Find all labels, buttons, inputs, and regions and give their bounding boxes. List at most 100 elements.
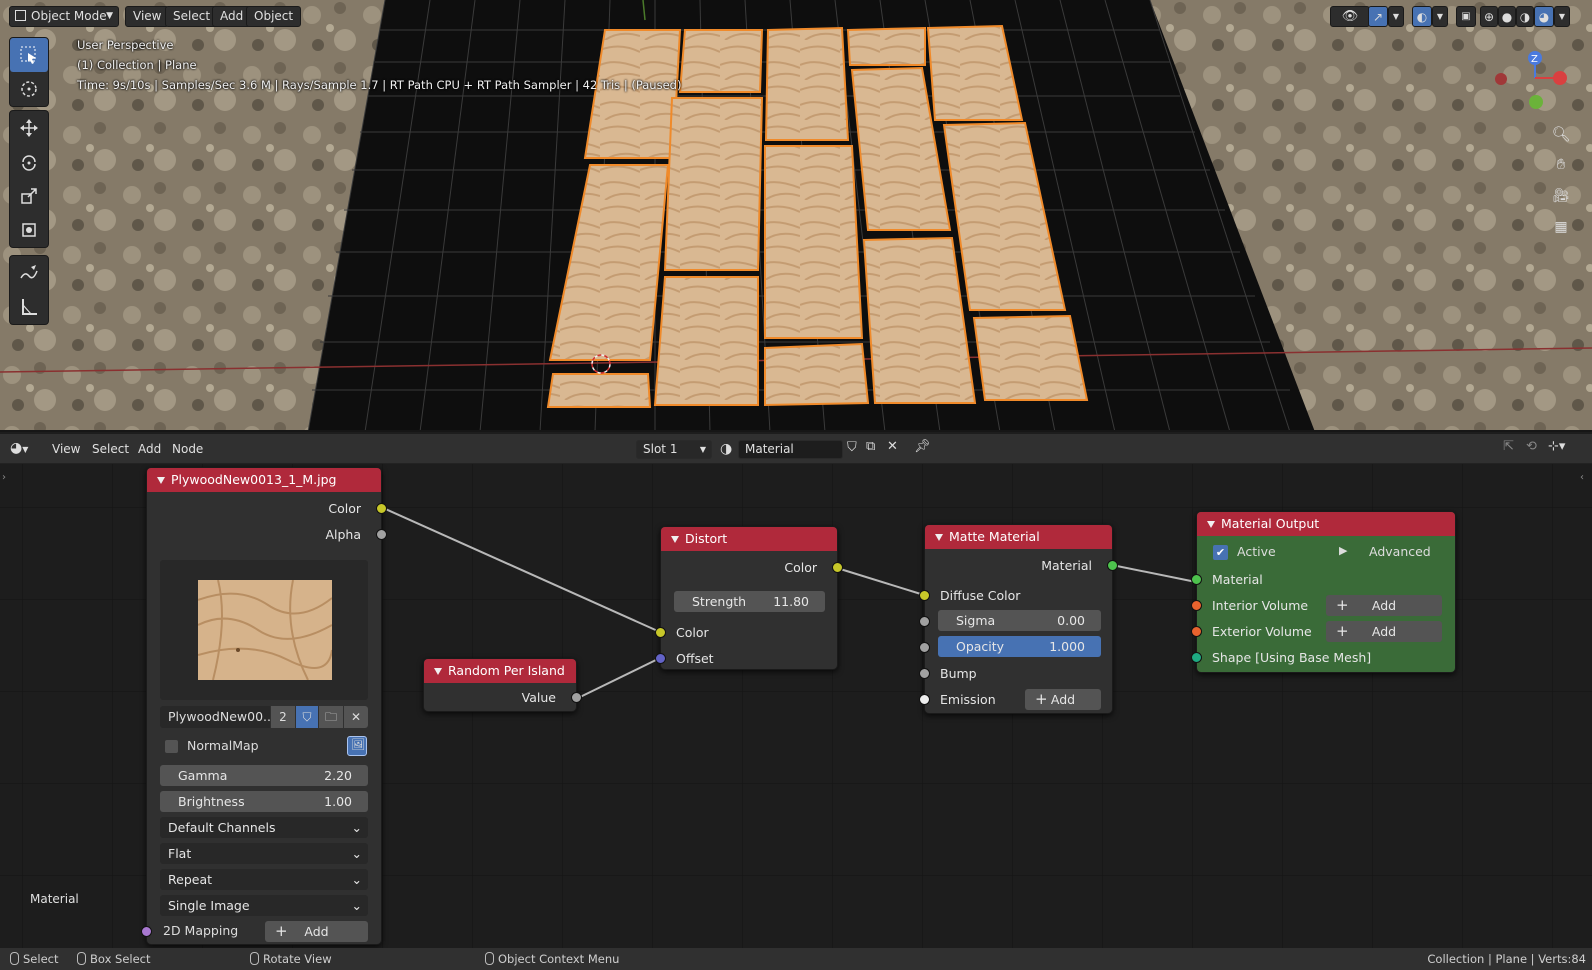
rotate-tool[interactable] [10,145,48,179]
unlink-close-icon[interactable]: ✕ [887,439,898,454]
node-title[interactable]: Random Per Island [424,659,576,683]
visibility-button[interactable]: 👁 [1330,6,1370,27]
xray-toggle[interactable]: ▣ [1456,6,1476,27]
toolbar-expand-icon[interactable]: › [2,472,6,483]
image-texture-node[interactable]: PlywoodNew0013_1_M.jpg Color Alpha Plywo… [141,467,387,945]
exterior-add-button[interactable]: + Add [1326,621,1442,642]
normalmap-preview-toggle[interactable]: 🖼︎ [347,736,367,756]
input-color-socket[interactable] [655,627,666,638]
scale-tool[interactable] [10,179,48,213]
image-users-count[interactable]: 2 [271,706,295,728]
3d-viewport[interactable]: Object Mode ▼ View Select Add Object User… [0,0,1592,432]
bump-socket[interactable] [919,668,930,679]
mode-selector[interactable]: Object Mode ▼ [9,6,119,27]
shape-socket[interactable] [1191,652,1202,663]
menu-add[interactable]: Add [138,442,161,456]
shading-material[interactable]: ◑ [1516,6,1534,27]
pan-button[interactable]: ✋︎ [1547,150,1575,178]
sigma-socket[interactable] [919,616,930,627]
mapping-add-button[interactable]: + Add [265,921,368,942]
snap-options-icon[interactable]: ⊹▾ [1548,439,1565,454]
menu-view[interactable]: View [125,6,170,27]
output-color-socket[interactable] [376,503,387,514]
strength-field[interactable]: Strength 11.80 [674,591,825,612]
distort-node[interactable]: Distort Color Strength 11.80 Color Offset [655,526,843,670]
advanced-expand-icon[interactable]: ▶ [1339,544,1347,557]
output-alpha-label: Alpha [325,527,361,542]
cursor-tool[interactable] [10,72,48,106]
fake-user-shield-icon[interactable]: ⛉ [847,440,857,455]
menu-select[interactable]: Select [165,6,219,27]
pin-icon[interactable]: 📌︎ [914,439,931,454]
interior-volume-socket[interactable] [1191,600,1202,611]
transform-tool[interactable] [10,213,48,247]
shading-wireframe[interactable]: ⊕ [1480,6,1498,27]
input-material-socket[interactable] [1191,574,1202,585]
menu-object[interactable]: Object [246,6,302,27]
gamma-field[interactable]: Gamma 2.20 [160,765,368,786]
brightness-field[interactable]: Brightness 1.00 [160,791,368,812]
material-name-field[interactable]: Material [738,440,843,459]
shader-editor[interactable]: ◕▼ View Select Add Node Slot 1 ▼ ◑ Materi… [0,434,1592,948]
source-dropdown[interactable]: Single Image ⌄ [160,895,368,916]
normalmap-checkbox[interactable] [165,740,178,753]
measure-tool[interactable] [10,290,48,324]
y-axis-icon[interactable] [1529,95,1543,109]
shading-solid[interactable]: ● [1498,6,1516,27]
advanced-label[interactable]: Advanced [1369,544,1431,559]
projection-dropdown[interactable]: Flat ⌄ [160,843,368,864]
gizmo-toggle[interactable]: ↗ [1368,6,1388,27]
menu-node[interactable]: Node [172,442,203,456]
shading-rendered[interactable]: ◕ [1534,6,1554,27]
duplicate-material-icon[interactable]: ⧉ [866,439,875,454]
sidebar-expand-icon[interactable]: ‹ [1580,472,1584,483]
output-value-socket[interactable] [571,692,582,703]
camera-view-button[interactable]: 🎥︎ [1547,182,1575,210]
menu-view[interactable]: View [52,442,80,456]
mapping-input-socket[interactable] [141,926,152,937]
emission-socket[interactable] [919,694,930,705]
interior-add-button[interactable]: + Add [1326,595,1442,616]
random-per-island-node[interactable]: Random Per Island Value [423,658,582,712]
select-box-tool[interactable] [10,38,48,72]
opacity-socket[interactable] [919,642,930,653]
neg-x-axis-icon[interactable] [1495,73,1507,85]
output-color-socket[interactable] [832,562,843,573]
editor-type-button[interactable]: ◕▼ [10,440,28,456]
open-image-button[interactable]: 🗀 [319,706,343,728]
x-axis-icon[interactable] [1553,71,1567,85]
parent-node-icon[interactable]: ⇱ [1503,439,1514,454]
node-title[interactable]: Material Output [1197,512,1455,536]
exterior-volume-socket[interactable] [1191,626,1202,637]
move-tool[interactable] [10,111,48,145]
output-alpha-socket[interactable] [376,529,387,540]
material-output-node[interactable]: Material Output ✔ Active ▶ Advanced Mate… [1191,511,1456,673]
slot-selector[interactable]: Slot 1 ▼ [636,440,712,459]
output-material-socket[interactable] [1107,560,1118,571]
overlay-toggle[interactable]: ◐ [1412,6,1432,27]
gizmo-dropdown[interactable]: ▼ [1388,6,1404,27]
active-checkbox[interactable]: ✔ [1213,545,1228,560]
extension-dropdown[interactable]: Repeat ⌄ [160,869,368,890]
menu-select[interactable]: Select [92,442,129,456]
matte-material-node[interactable]: Matte Material Material Diffuse Color Si… [919,524,1118,714]
zoom-button[interactable]: 🔍︎ [1547,120,1575,148]
navigation-gizmo[interactable]: Z [1490,48,1570,118]
node-title[interactable]: Distort [661,527,837,551]
overlay-dropdown[interactable]: ▼ [1432,6,1448,27]
emission-add-button[interactable]: + Add [1025,689,1101,710]
annotate-tool[interactable] [10,256,48,290]
channels-dropdown[interactable]: Default Channels ⌄ [160,817,368,838]
opacity-field[interactable]: Opacity 1.000 [938,636,1101,657]
snap-icon[interactable]: ⟲ [1526,439,1537,454]
sigma-field[interactable]: Sigma 0.00 [938,610,1101,631]
node-title[interactable]: Matte Material [925,525,1112,549]
shading-dropdown[interactable]: ▼ [1554,6,1570,27]
ortho-toggle-button[interactable]: ▦ [1547,213,1575,241]
image-name-field[interactable]: PlywoodNew00... [160,706,275,728]
fake-user-button[interactable]: ⛉ [296,706,318,728]
input-offset-socket[interactable] [655,653,666,664]
diffuse-color-socket[interactable] [919,590,930,601]
node-title[interactable]: PlywoodNew0013_1_M.jpg [147,468,381,492]
unlink-image-button[interactable]: ✕ [344,706,368,728]
